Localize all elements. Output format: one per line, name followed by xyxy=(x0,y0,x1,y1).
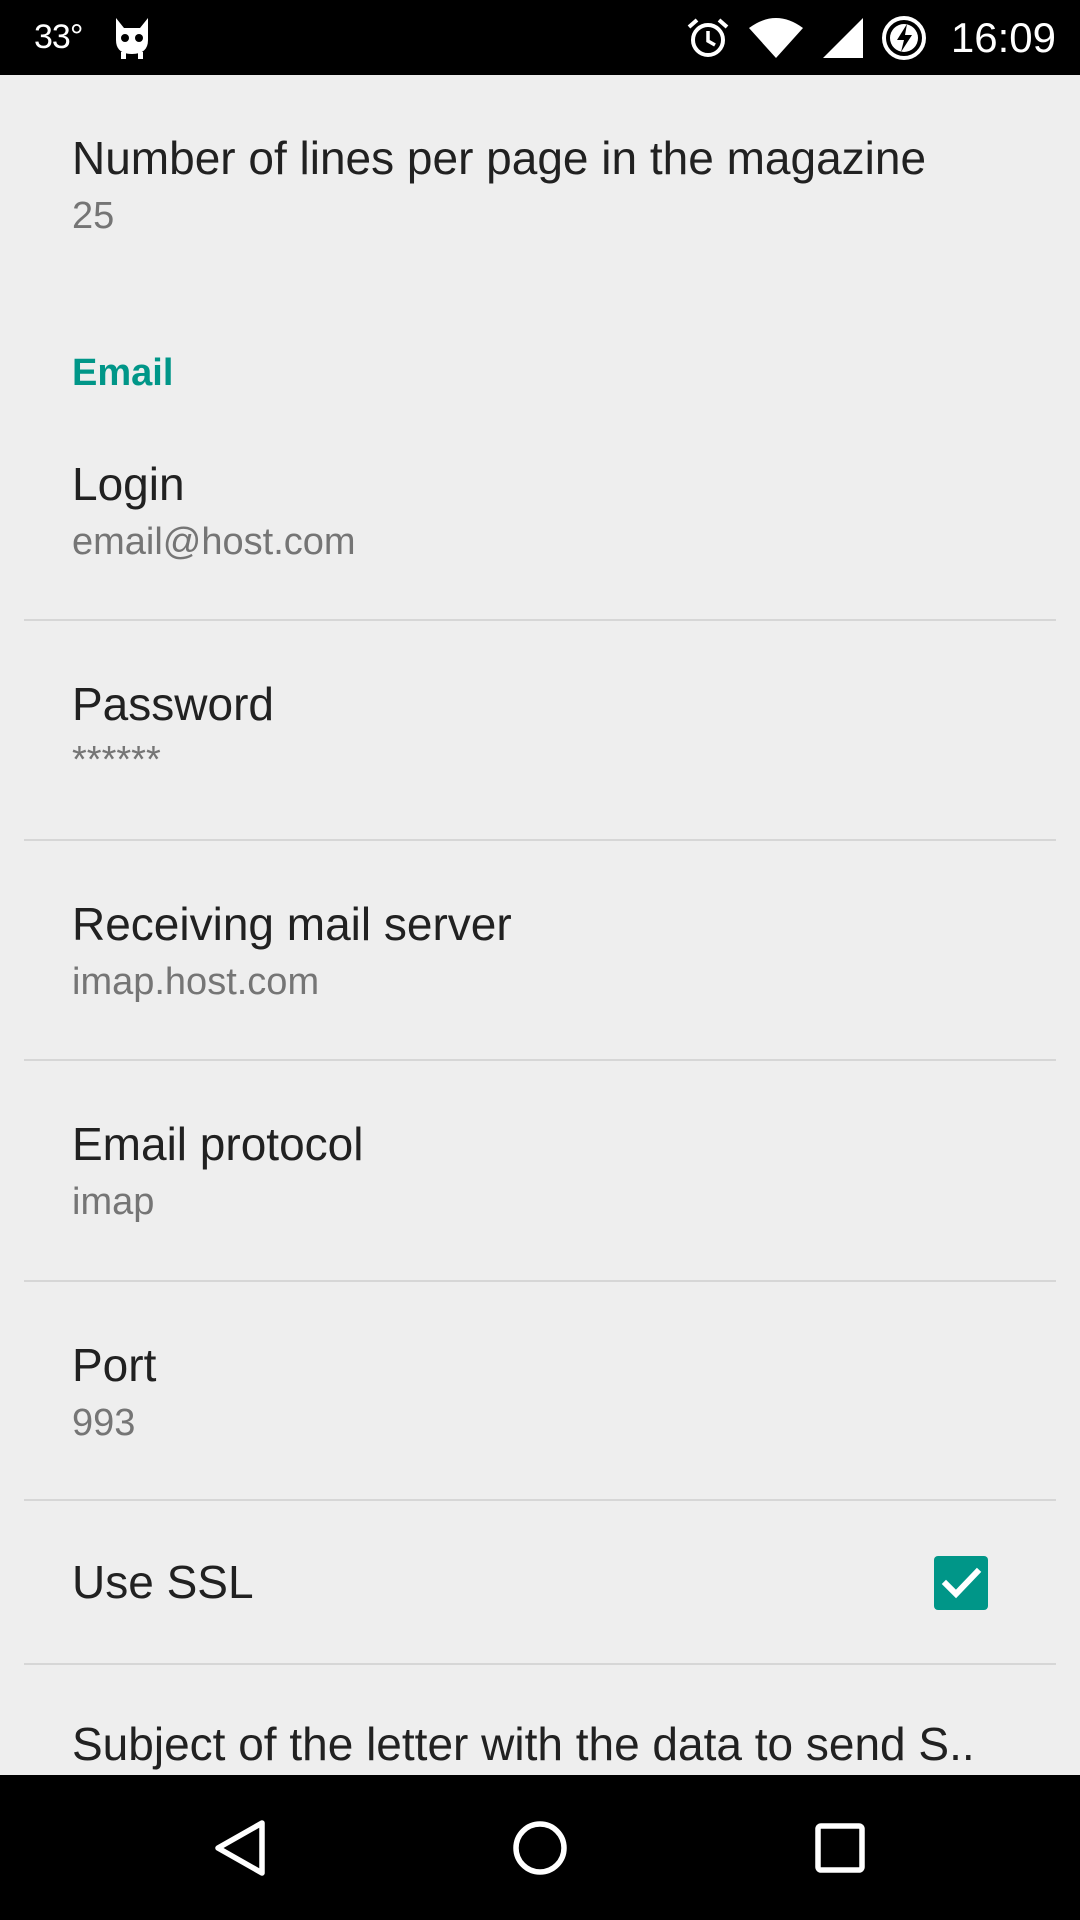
pref-summary: imap xyxy=(72,1181,155,1223)
preferences-list: Number of lines per page in the magazine… xyxy=(0,75,1080,1775)
alarm-icon xyxy=(685,15,731,61)
pref-summary: 993 xyxy=(72,1402,136,1444)
home-button[interactable] xyxy=(470,1775,610,1920)
pref-summary: 25 xyxy=(72,195,115,237)
back-button[interactable] xyxy=(170,1775,310,1920)
back-icon xyxy=(215,1819,265,1876)
pref-summary: imap.host.com xyxy=(72,961,320,1003)
battery-charging-icon xyxy=(881,15,927,61)
cell-signal-icon xyxy=(821,16,865,60)
status-bar: 33° 16:09 xyxy=(0,0,1080,75)
pref-title: Port xyxy=(72,1339,157,1391)
pref-title: Email protocol xyxy=(72,1118,364,1170)
category-email: Email xyxy=(72,352,174,394)
wifi-icon xyxy=(747,16,805,60)
pref-subject[interactable]: Subject of the letter with the data to s… xyxy=(0,1665,1080,1775)
home-icon xyxy=(513,1820,567,1875)
navigation-bar xyxy=(0,1775,1080,1920)
pref-title: Login xyxy=(72,458,185,510)
check-icon xyxy=(941,1567,982,1599)
pref-login[interactable]: Login email@host.com xyxy=(0,415,1080,595)
use-ssl-checkbox[interactable] xyxy=(934,1556,988,1610)
pref-receiving-server[interactable]: Receiving mail server imap.host.com xyxy=(0,841,1080,1059)
pref-lines-per-page[interactable]: Number of lines per page in the magazine… xyxy=(0,75,1080,265)
pref-summary: email@host.com xyxy=(72,521,356,563)
pref-title: Number of lines per page in the magazine xyxy=(72,132,927,184)
pref-use-ssl[interactable]: Use SSL xyxy=(0,1501,1080,1663)
pref-title: Use SSL xyxy=(72,1556,254,1608)
pref-title: Subject of the letter with the data to s… xyxy=(72,1718,975,1770)
pref-summary: ****** xyxy=(72,739,161,781)
temperature-readout: 33° xyxy=(34,18,83,56)
settings-screen: 33° 16:09 Number of lines per page in th… xyxy=(0,0,1080,1920)
recents-icon xyxy=(815,1822,865,1873)
cyanogen-mascot-icon xyxy=(112,16,152,60)
pref-email-protocol[interactable]: Email protocol imap xyxy=(0,1061,1080,1279)
recents-button[interactable] xyxy=(770,1775,910,1920)
pref-password[interactable]: Password ****** xyxy=(0,621,1080,839)
pref-title: Receiving mail server xyxy=(72,898,512,950)
pref-title: Password xyxy=(72,678,274,730)
clock: 16:09 xyxy=(950,13,1056,61)
pref-port[interactable]: Port 993 xyxy=(0,1282,1080,1500)
